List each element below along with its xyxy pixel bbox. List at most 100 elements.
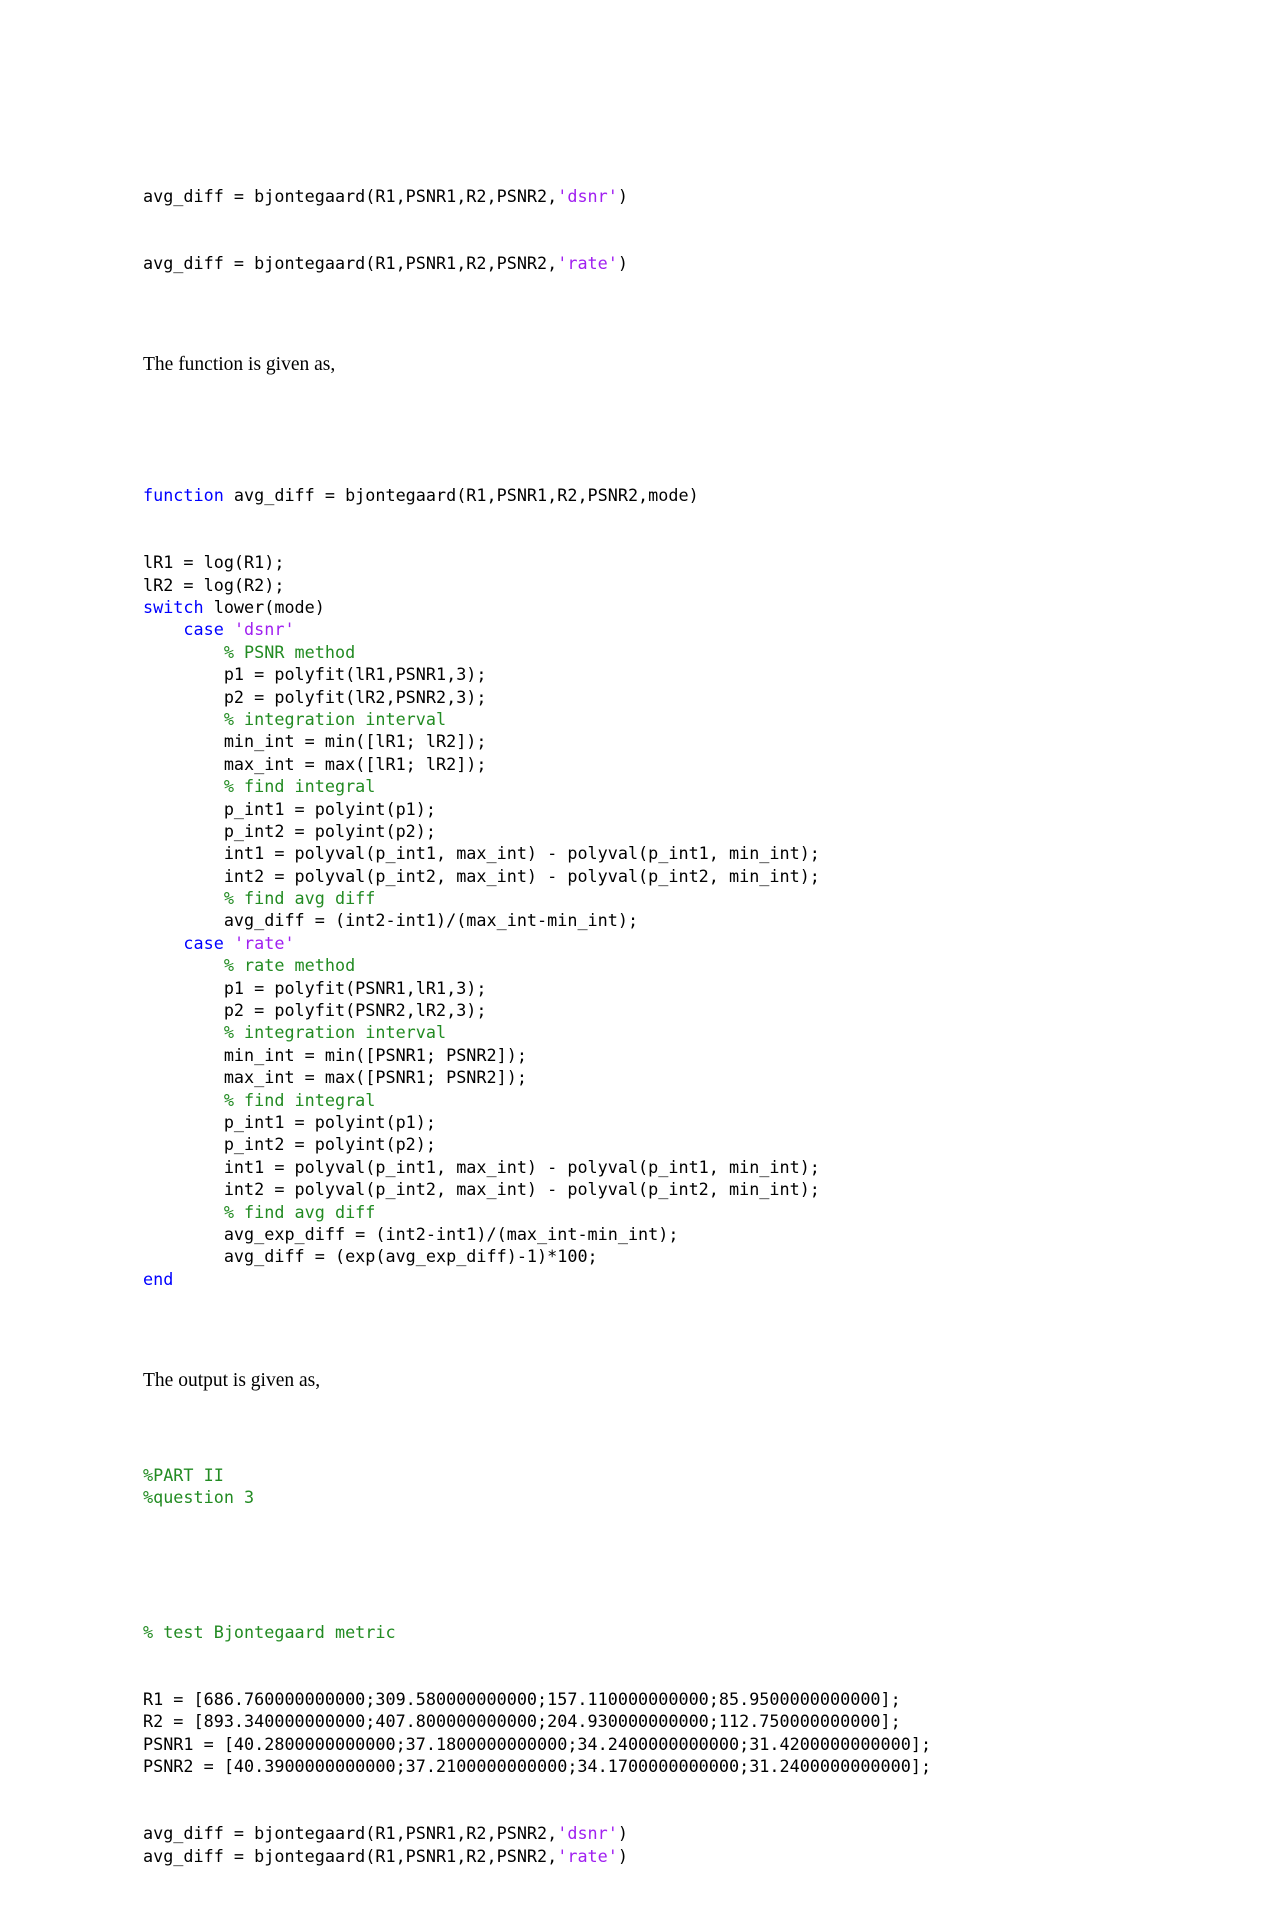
code-line: max_int = max([lR1; lR2]); <box>143 753 1143 775</box>
code-line: min_int = min([lR1; lR2]); <box>143 730 1143 752</box>
code-text: avg_diff = (exp(avg_exp_diff)-1)*100; <box>223 1246 598 1267</box>
code-string: 'dsnr' <box>233 619 295 640</box>
code-line-header-comment: %PART II <box>143 1464 1143 1486</box>
code-line: avg_diff = (exp(avg_exp_diff)-1)*100; <box>143 1245 1143 1267</box>
code-comment: % PSNR method <box>223 641 356 662</box>
code-line: avg_diff = (int2-int1)/(max_int-min_int)… <box>143 909 1143 931</box>
code-text: avg_exp_diff = (int2-int1)/(max_int-min_… <box>223 1223 679 1244</box>
code-comment: % integration interval <box>223 708 447 729</box>
function-code-block: function avg_diff = bjontegaard(R1,PSNR1… <box>143 439 1143 1335</box>
code-keyword: function <box>143 485 224 506</box>
code-text: lR1 = log(R1); <box>143 552 285 573</box>
code-text: min_int = min([PSNR1; PSNR2]); <box>223 1044 527 1065</box>
code-text: p2 = polyfit(lR2,PSNR2,3); <box>223 686 487 707</box>
code-line: end <box>143 1268 1143 1290</box>
code-text: PSNR1 = [40.2800000000000;37.18000000000… <box>143 1733 932 1754</box>
code-text: avg_diff = bjontegaard(R1,PSNR1,R2,PSNR2… <box>143 185 558 206</box>
code-comment: % find integral <box>223 1089 376 1110</box>
code-comment: % rate method <box>223 955 356 976</box>
code-line: lR1 = log(R1); <box>143 551 1143 573</box>
code-line-call: avg_diff = bjontegaard(R1,PSNR1,R2,PSNR2… <box>143 1822 1143 1844</box>
code-comment: % find avg diff <box>223 1201 376 1222</box>
code-string: 'rate' <box>557 253 618 274</box>
code-line: int2 = polyval(p_int2, max_int) - polyva… <box>143 1178 1143 1200</box>
code-keyword: case <box>183 619 224 640</box>
code-line-assignment: R2 = [893.340000000000;407.800000000000;… <box>143 1710 1143 1732</box>
code-text: R2 = [893.340000000000;407.800000000000;… <box>143 1711 901 1732</box>
code-line-function-signature: function avg_diff = bjontegaard(R1,PSNR1… <box>143 484 1143 506</box>
code-text: int2 = polyval(p_int2, max_int) - polyva… <box>223 1179 820 1200</box>
code-text: avg_diff = bjontegaard(R1,PSNR1,R2,PSNR2… <box>143 1823 558 1844</box>
output-header-comments: %PART II %question 3 <box>143 1464 1143 1509</box>
code-text: max_int = max([PSNR1; PSNR2]); <box>223 1067 527 1088</box>
code-line: p2 = polyfit(PSNR2,lR2,3); <box>143 999 1143 1021</box>
code-comment: % test Bjontegaard metric <box>143 1621 396 1642</box>
code-line: % find integral <box>143 1089 1143 1111</box>
code-line: % find avg diff <box>143 1201 1143 1223</box>
code-text: avg_diff = bjontegaard(R1,PSNR1,R2,PSNR2… <box>223 485 699 506</box>
output-code-block: %PART II %question 3 % test Bjontegaard m… <box>143 1419 1143 1912</box>
code-line: % integration interval <box>143 708 1143 730</box>
code-text: max_int = max([lR1; lR2]); <box>223 753 487 774</box>
prose-intro: The function is given as, <box>143 354 336 376</box>
code-line: p1 = polyfit(PSNR1,lR1,3); <box>143 977 1143 999</box>
code-comment: %question 3 <box>143 1487 255 1508</box>
code-line: p_int2 = polyint(p2); <box>143 1133 1143 1155</box>
code-line-call-rate: avg_diff = bjontegaard(R1,PSNR1,R2,PSNR2… <box>143 252 1143 274</box>
code-text: ) <box>617 1845 628 1866</box>
code-line: p_int1 = polyint(p1); <box>143 798 1143 820</box>
code-line: lR2 = log(R2); <box>143 574 1143 596</box>
code-line: % rate method <box>143 954 1143 976</box>
code-text: ) <box>617 253 628 274</box>
code-text: p1 = polyfit(PSNR1,lR1,3); <box>223 977 487 998</box>
code-text: p_int2 = polyint(p2); <box>223 1134 436 1155</box>
code-text: p_int1 = polyint(p1); <box>223 798 436 819</box>
code-text: ) <box>617 1823 628 1844</box>
code-text: ) <box>617 185 628 206</box>
code-line: int1 = polyval(p_int1, max_int) - polyva… <box>143 1156 1143 1178</box>
code-line: min_int = min([PSNR1; PSNR2]); <box>143 1044 1143 1066</box>
code-keyword: switch <box>143 597 204 618</box>
code-comment: % find integral <box>223 776 376 797</box>
code-string: 'rate' <box>233 932 295 953</box>
document-content: avg_diff = bjontegaard(R1,PSNR1,R2,PSNR2… <box>143 140 1143 1912</box>
code-text: int1 = polyval(p_int1, max_int) - polyva… <box>223 1156 820 1177</box>
code-keyword: case <box>183 932 224 953</box>
code-line-header-comment: %question 3 <box>143 1486 1143 1508</box>
code-comment: %PART II <box>143 1464 224 1485</box>
code-line: p_int2 = polyint(p2); <box>143 820 1143 842</box>
code-line: avg_exp_diff = (int2-int1)/(max_int-min_… <box>143 1223 1143 1245</box>
code-string: 'rate' <box>557 1845 618 1866</box>
code-line-assignment: R1 = [686.760000000000;309.580000000000;… <box>143 1688 1143 1710</box>
code-line: % PSNR method <box>143 641 1143 663</box>
code-text: p_int2 = polyint(p2); <box>223 820 436 841</box>
code-string: 'dsnr' <box>557 1823 618 1844</box>
code-text: lR2 = log(R2); <box>143 574 285 595</box>
document-page: avg_diff = bjontegaard(R1,PSNR1,R2,PSNR2… <box>0 0 1275 1866</box>
code-comment: % find avg diff <box>223 888 376 909</box>
